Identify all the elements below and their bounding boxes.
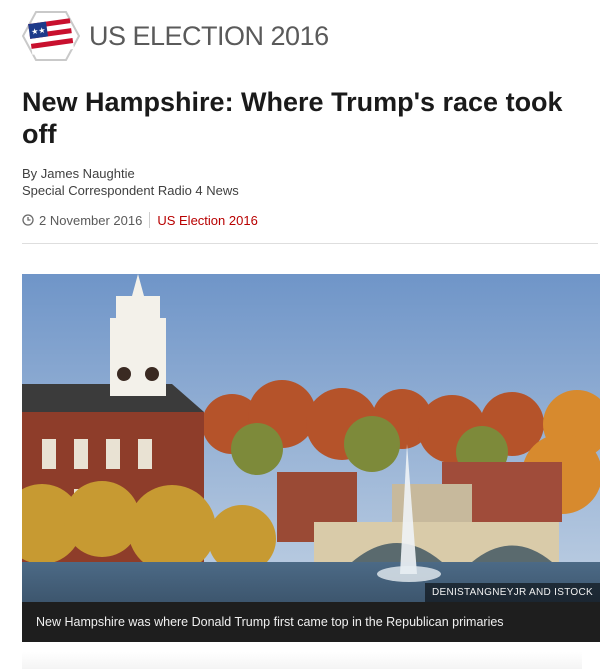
byline-author: By James Naughtie — [22, 166, 135, 181]
topic-link[interactable]: US Election 2016 — [157, 213, 257, 228]
image-caption: New Hampshire was where Donald Trump fir… — [22, 602, 600, 642]
article-date: 2 November 2016 — [39, 212, 143, 228]
article-image[interactable]: DENISTANGNEYJR AND ISTOCK New Hampshire … — [22, 274, 600, 642]
byline-role: Special Correspondent Radio 4 News — [22, 183, 239, 198]
image-credit: DENISTANGNEYJR AND ISTOCK — [424, 583, 600, 603]
header-divider — [22, 243, 598, 244]
us-flag-hexagon-icon: ★★ — [22, 11, 80, 61]
article-headline: New Hampshire: Where Trump's race took o… — [22, 87, 563, 149]
clock-icon — [22, 214, 34, 226]
byline: By James Naughtie Special Correspondent … — [22, 165, 239, 199]
election-banner[interactable]: ★★ US ELECTION 2016 — [22, 8, 329, 64]
content-continuation — [22, 652, 582, 669]
meta-divider — [149, 212, 151, 228]
article-meta: 2 November 2016 US Election 2016 — [22, 212, 258, 228]
banner-title: US ELECTION 2016 — [89, 20, 329, 51]
